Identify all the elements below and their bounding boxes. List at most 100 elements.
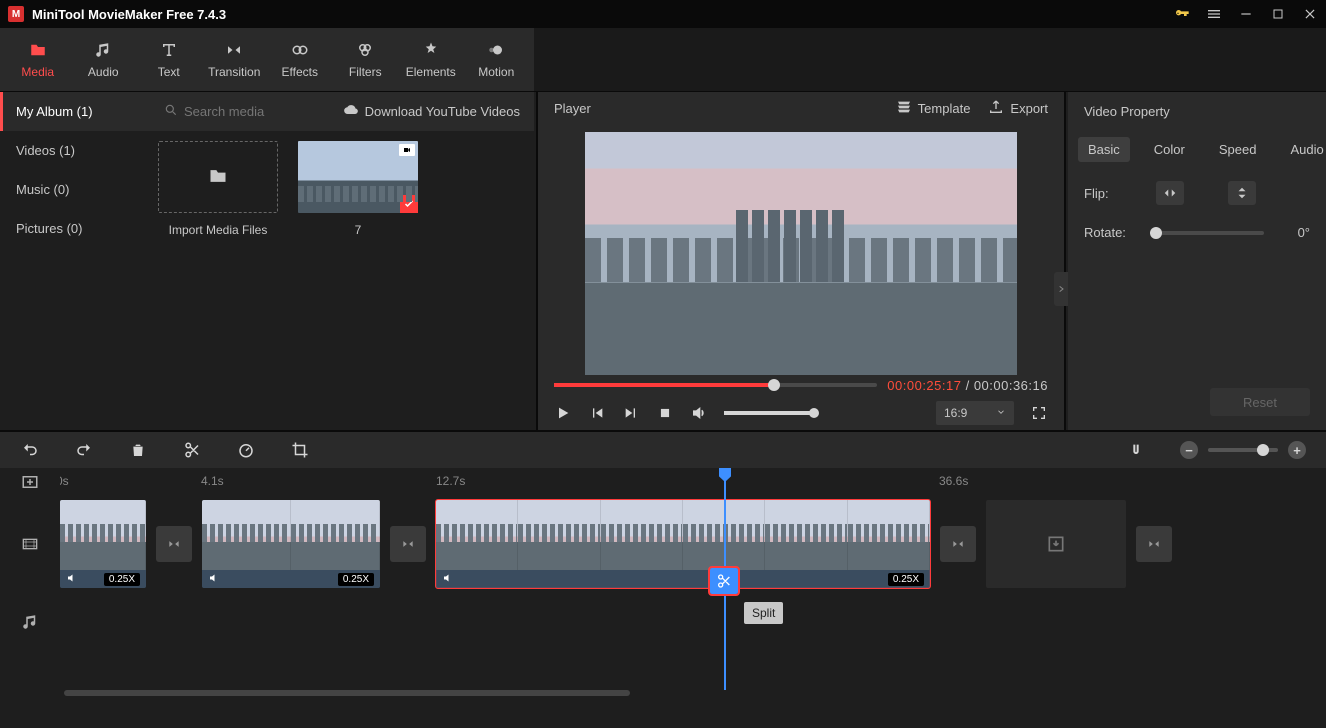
audio-track-icon bbox=[0, 592, 60, 652]
next-frame-button[interactable] bbox=[622, 404, 640, 422]
tab-effects[interactable]: Effects bbox=[268, 28, 332, 91]
volume-slider[interactable] bbox=[724, 411, 814, 415]
transition-slot[interactable] bbox=[390, 526, 426, 562]
titlebar: M MiniTool MovieMaker Free 7.4.3 bbox=[0, 0, 1326, 28]
video-track[interactable]: 0.25X 0.25X 0.25X bbox=[60, 496, 1326, 592]
transition-slot[interactable] bbox=[156, 526, 192, 562]
import-media-card[interactable]: Import Media Files bbox=[158, 141, 278, 237]
close-button[interactable] bbox=[1302, 6, 1318, 22]
rotate-value: 0° bbox=[1276, 225, 1310, 240]
snap-toggle[interactable] bbox=[1126, 440, 1146, 460]
tab-text[interactable]: Text bbox=[137, 28, 201, 91]
timeline-clip[interactable]: 0.25X bbox=[436, 500, 930, 588]
library-my-album[interactable]: My Album (1) bbox=[0, 92, 150, 131]
library-videos[interactable]: Videos (1) bbox=[0, 131, 150, 170]
audio-track[interactable] bbox=[60, 592, 1326, 652]
clip-audio-icon bbox=[208, 572, 220, 587]
timeline-scrollbar[interactable] bbox=[64, 688, 1322, 698]
download-youtube[interactable]: Download YouTube Videos bbox=[343, 103, 520, 120]
zoom-out-button[interactable]: − bbox=[1180, 441, 1198, 459]
tab-motion[interactable]: Motion bbox=[465, 28, 529, 91]
split-tooltip: Split bbox=[744, 602, 783, 624]
main-tabs: Media Audio Text Transition Effects Filt… bbox=[0, 28, 534, 92]
tab-filters[interactable]: Filters bbox=[334, 28, 398, 91]
clip-speed-badge: 0.25X bbox=[338, 573, 374, 586]
text-icon bbox=[160, 41, 178, 59]
search-media[interactable] bbox=[164, 103, 335, 120]
menu-icon[interactable] bbox=[1206, 6, 1222, 22]
tab-label: Text bbox=[158, 65, 180, 79]
tab-label: Effects bbox=[282, 65, 318, 79]
volume-button[interactable] bbox=[690, 404, 708, 422]
motion-icon bbox=[487, 41, 505, 59]
aspect-ratio-select[interactable]: 16:9 bbox=[936, 401, 1014, 425]
timeline-clip[interactable]: 0.25X bbox=[60, 500, 146, 588]
transition-slot[interactable] bbox=[940, 526, 976, 562]
prev-frame-button[interactable] bbox=[588, 404, 606, 422]
template-button[interactable]: Template bbox=[896, 99, 971, 118]
split-button[interactable] bbox=[182, 440, 202, 460]
used-check-icon bbox=[400, 195, 418, 213]
collapse-property-button[interactable] bbox=[1054, 272, 1068, 306]
rotate-slider[interactable] bbox=[1156, 231, 1264, 235]
timeline-gutter bbox=[0, 468, 60, 700]
library-pictures[interactable]: Pictures (0) bbox=[0, 209, 150, 248]
maximize-button[interactable] bbox=[1270, 6, 1286, 22]
tab-label: Filters bbox=[349, 65, 382, 79]
minimize-button[interactable] bbox=[1238, 6, 1254, 22]
flip-horizontal-button[interactable] bbox=[1156, 181, 1184, 205]
delete-button[interactable] bbox=[128, 440, 148, 460]
clip-name: 7 bbox=[355, 223, 362, 237]
tab-audio[interactable]: Audio bbox=[72, 28, 136, 91]
app-title: MiniTool MovieMaker Free 7.4.3 bbox=[32, 7, 1174, 22]
prop-tab-basic[interactable]: Basic bbox=[1078, 137, 1130, 162]
flip-label: Flip: bbox=[1084, 186, 1144, 201]
tab-media[interactable]: Media bbox=[6, 28, 70, 91]
player-timecode: 00:00:25:17 / 00:00:36:16 bbox=[887, 378, 1048, 393]
player-viewport[interactable] bbox=[585, 132, 1017, 375]
prop-tab-color[interactable]: Color bbox=[1144, 137, 1195, 162]
timeline-clip[interactable]: 0.25X bbox=[202, 500, 380, 588]
library-music[interactable]: Music (0) bbox=[0, 170, 150, 209]
app-logo: M bbox=[8, 6, 24, 22]
rotate-label: Rotate: bbox=[1084, 225, 1144, 240]
add-track-button[interactable] bbox=[0, 468, 60, 496]
play-button[interactable] bbox=[554, 404, 572, 422]
tab-label: Transition bbox=[208, 65, 260, 79]
timeline-body[interactable]: 0s 4.1s 12.7s 36.6s 0.25X 0.25X bbox=[60, 468, 1326, 700]
chevron-down-icon bbox=[996, 406, 1006, 420]
split-at-playhead-button[interactable] bbox=[710, 568, 738, 594]
search-input[interactable] bbox=[184, 104, 335, 119]
clip-speed-badge: 0.25X bbox=[888, 573, 924, 586]
speed-button[interactable] bbox=[236, 440, 256, 460]
seek-slider[interactable] bbox=[554, 383, 877, 387]
flip-row: Flip: bbox=[1084, 181, 1310, 205]
fullscreen-button[interactable] bbox=[1030, 404, 1048, 422]
crop-button[interactable] bbox=[290, 440, 310, 460]
prop-tab-audio[interactable]: Audio bbox=[1280, 137, 1326, 162]
transition-slot[interactable] bbox=[1136, 526, 1172, 562]
import-label: Import Media Files bbox=[169, 223, 268, 237]
cloud-download-icon bbox=[343, 103, 359, 120]
media-clip[interactable]: 7 bbox=[298, 141, 418, 237]
template-icon bbox=[896, 99, 912, 118]
player-seek: 00:00:25:17 / 00:00:36:16 bbox=[538, 375, 1064, 396]
folder-icon bbox=[29, 41, 47, 59]
tab-transition[interactable]: Transition bbox=[203, 28, 267, 91]
export-button[interactable]: Export bbox=[988, 99, 1048, 118]
drop-media-slot[interactable] bbox=[986, 500, 1126, 588]
redo-button[interactable] bbox=[74, 440, 94, 460]
prop-tab-speed[interactable]: Speed bbox=[1209, 137, 1267, 162]
folder-icon bbox=[206, 166, 230, 189]
elements-icon bbox=[422, 41, 440, 59]
zoom-in-button[interactable]: + bbox=[1288, 441, 1306, 459]
tab-elements[interactable]: Elements bbox=[399, 28, 463, 91]
zoom-slider[interactable] bbox=[1208, 448, 1278, 452]
tab-label: Elements bbox=[406, 65, 456, 79]
upgrade-key-icon[interactable] bbox=[1174, 6, 1190, 22]
timeline-ruler[interactable]: 0s 4.1s 12.7s 36.6s bbox=[60, 468, 1326, 496]
reset-button[interactable]: Reset bbox=[1210, 388, 1310, 416]
undo-button[interactable] bbox=[20, 440, 40, 460]
flip-vertical-button[interactable] bbox=[1228, 181, 1256, 205]
stop-button[interactable] bbox=[656, 404, 674, 422]
